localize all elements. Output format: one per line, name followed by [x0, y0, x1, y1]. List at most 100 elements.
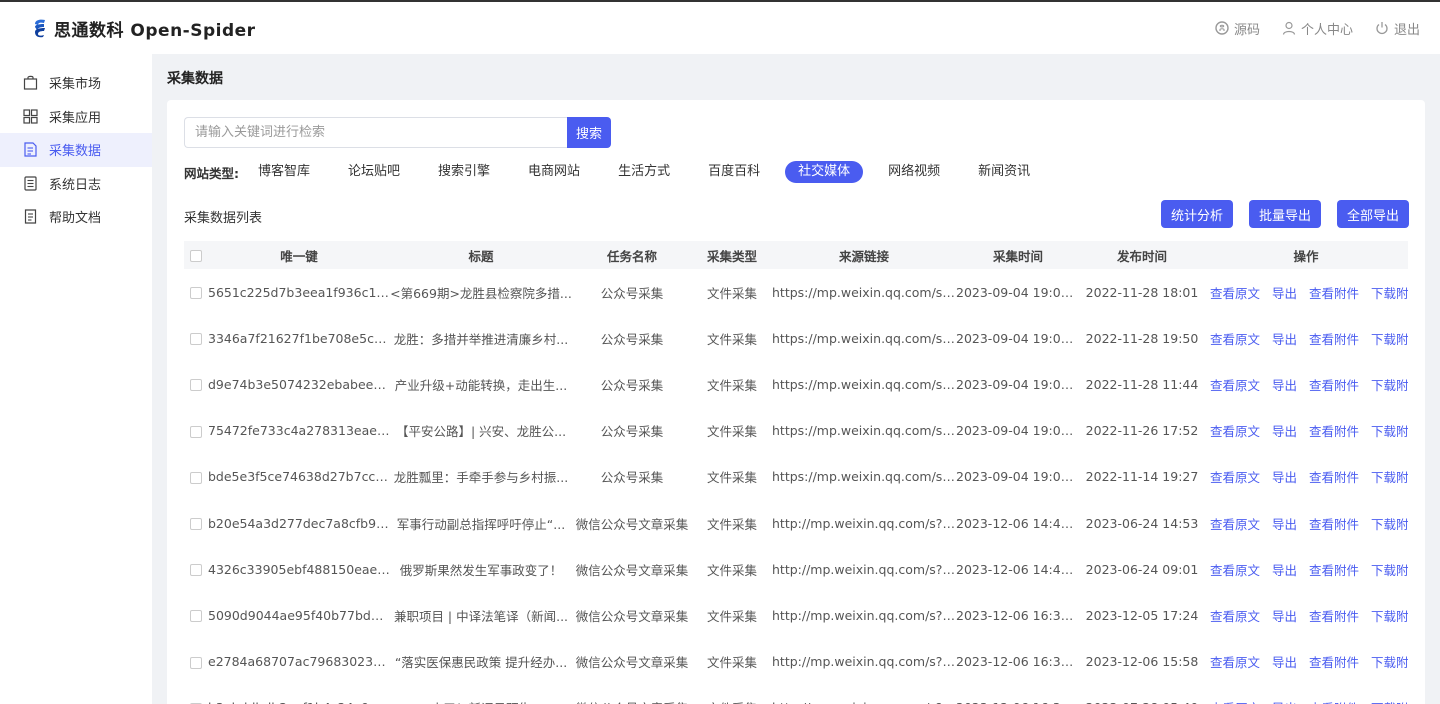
download-attachment-link[interactable]: 下载附件	[1371, 378, 1408, 393]
row-checkbox[interactable]	[190, 471, 202, 484]
search-button[interactable]: 搜索	[567, 117, 611, 148]
top-bar: 思通数科 Open-Spider 源码 个人中心 退出	[0, 0, 1440, 54]
table-row: d9e74b3e5074232ebabee74... 产业升级+动能转换，走出生.…	[184, 361, 1408, 407]
collect-time-cell: 2023-12-06 14:44:26	[956, 515, 1080, 531]
sidebar-item-help[interactable]: 帮助文档	[0, 200, 152, 234]
sidebar-item-label: 帮助文档	[49, 211, 102, 227]
sidebar-item-logs[interactable]: 系统日志	[0, 167, 152, 201]
view-original-link[interactable]: 查看原文	[1210, 655, 1260, 670]
header-publish-time: 发布时间	[1116, 248, 1167, 264]
download-attachment-link[interactable]: 下载附件	[1371, 563, 1408, 578]
download-attachment-link[interactable]: 下载附件	[1371, 655, 1408, 670]
main-content: 采集数据 搜索 网站类型: 博客智库 论坛贴吧 搜索引擎 电商网站 生活方式 百…	[152, 54, 1440, 704]
export-link[interactable]: 导出	[1272, 609, 1297, 624]
sidebar-item-data[interactable]: 采集数据	[0, 133, 152, 167]
download-attachment-link[interactable]: 下载附件	[1371, 470, 1408, 485]
brand-logo[interactable]: 思通数科 Open-Spider	[32, 16, 256, 41]
table-row: 5651c225d7b3eea1f936c15d... <第669期>龙胜县检察院…	[184, 269, 1408, 315]
download-attachment-link[interactable]: 下载附件	[1371, 286, 1408, 301]
source-link-cell: https://mp.weixin.qq.com/s/2J...	[772, 423, 956, 439]
collect-type-cell: 文件采集	[706, 424, 757, 440]
export-link[interactable]: 导出	[1272, 286, 1297, 301]
source-link-cell: http://mp.weixin.qq.com/s?src...	[772, 607, 956, 623]
view-attachment-link[interactable]: 查看附件	[1309, 286, 1359, 301]
export-link[interactable]: 导出	[1272, 378, 1297, 393]
view-original-link[interactable]: 查看原文	[1210, 332, 1260, 347]
export-link[interactable]: 导出	[1272, 424, 1297, 439]
type-tag-news[interactable]: 新闻资讯	[965, 161, 1043, 183]
view-attachment-link[interactable]: 查看附件	[1309, 424, 1359, 439]
row-checkbox[interactable]	[190, 287, 202, 300]
download-attachment-link[interactable]: 下载附件	[1371, 609, 1408, 624]
type-tag-forum[interactable]: 论坛贴吧	[335, 161, 413, 183]
view-attachment-link[interactable]: 查看附件	[1309, 609, 1359, 624]
select-all-checkbox[interactable]	[190, 250, 202, 262]
header-task-name: 任务名称	[606, 248, 657, 264]
publish-time-cell: 2022-11-28 19:50	[1085, 330, 1199, 346]
export-link[interactable]: 导出	[1272, 470, 1297, 485]
header-title: 标题	[468, 248, 494, 264]
view-original-link[interactable]: 查看原文	[1210, 609, 1260, 624]
batch-export-button[interactable]: 批量导出	[1248, 200, 1321, 228]
collect-type-cell: 文件采集	[706, 608, 757, 624]
data-card: 搜索 网站类型: 博客智库 论坛贴吧 搜索引擎 电商网站 生活方式 百度百科 社…	[167, 100, 1425, 704]
site-type-filter: 网站类型: 博客智库 论坛贴吧 搜索引擎 电商网站 生活方式 百度百科 社交媒体…	[184, 161, 1055, 183]
view-original-link[interactable]: 查看原文	[1210, 286, 1260, 301]
export-link[interactable]: 导出	[1272, 332, 1297, 347]
type-tag-lifestyle[interactable]: 生活方式	[605, 161, 683, 183]
operations-cell: 查看原文导出查看附件下载附件	[1204, 361, 1408, 407]
source-code-link[interactable]: 源码	[1215, 19, 1260, 38]
export-link[interactable]: 导出	[1272, 563, 1297, 578]
view-attachment-link[interactable]: 查看附件	[1309, 517, 1359, 532]
view-attachment-link[interactable]: 查看附件	[1309, 563, 1359, 578]
type-tag-video[interactable]: 网络视频	[875, 161, 953, 183]
task-name-cell: 公众号采集	[600, 470, 664, 486]
view-original-link[interactable]: 查看原文	[1210, 470, 1260, 485]
view-attachment-link[interactable]: 查看附件	[1309, 332, 1359, 347]
user-center-link[interactable]: 个人中心	[1282, 19, 1353, 38]
type-tag-baike[interactable]: 百度百科	[695, 161, 773, 183]
view-original-link[interactable]: 查看原文	[1210, 517, 1260, 532]
row-checkbox[interactable]	[190, 425, 202, 438]
table-row: 75472fe733c4a278313eaec8... 【平安公路】| 兴安、龙胜…	[184, 408, 1408, 454]
view-attachment-link[interactable]: 查看附件	[1309, 655, 1359, 670]
brand-logo-icon	[35, 19, 45, 38]
publish-time-cell: 2022-11-28 11:44	[1085, 376, 1199, 392]
row-checkbox[interactable]	[190, 379, 202, 392]
list-actions: 统计分析 批量导出 全部导出	[1145, 200, 1409, 228]
export-all-button[interactable]: 全部导出	[1336, 200, 1409, 228]
view-original-link[interactable]: 查看原文	[1210, 378, 1260, 393]
collect-type-cell: 文件采集	[706, 285, 757, 301]
view-attachment-link[interactable]: 查看附件	[1309, 470, 1359, 485]
logout-link[interactable]: 退出	[1375, 19, 1420, 38]
type-tag-ecommerce[interactable]: 电商网站	[515, 161, 593, 183]
grid-icon	[23, 109, 38, 124]
view-original-link[interactable]: 查看原文	[1210, 563, 1260, 578]
table-row: e2784a68707ac79683023e8... “落实医保惠民政策 提升经办…	[184, 639, 1408, 685]
row-checkbox[interactable]	[190, 564, 202, 577]
source-link-cell: http://mp.weixin.qq.com/s?src...	[772, 685, 956, 704]
view-original-link[interactable]: 查看原文	[1210, 424, 1260, 439]
search-input[interactable]	[184, 117, 567, 148]
source-link-cell: http://mp.weixin.qq.com/s?src...	[772, 515, 956, 531]
view-attachment-link[interactable]: 查看附件	[1309, 378, 1359, 393]
sidebar-item-market[interactable]: 采集市场	[0, 66, 152, 100]
type-tag-blog[interactable]: 博客智库	[245, 161, 323, 183]
download-attachment-link[interactable]: 下载附件	[1371, 424, 1408, 439]
download-attachment-link[interactable]: 下载附件	[1371, 332, 1408, 347]
row-checkbox[interactable]	[190, 333, 202, 346]
download-attachment-link[interactable]: 下载附件	[1371, 517, 1408, 532]
search-bar: 搜索	[184, 117, 611, 148]
export-link[interactable]: 导出	[1272, 655, 1297, 670]
row-checkbox[interactable]	[190, 610, 202, 623]
row-checkbox[interactable]	[190, 656, 202, 669]
export-link[interactable]: 导出	[1272, 517, 1297, 532]
sidebar-item-apps[interactable]: 采集应用	[0, 100, 152, 134]
logout-label: 退出	[1393, 22, 1420, 38]
type-tag-search-engine[interactable]: 搜索引擎	[425, 161, 503, 183]
row-checkbox[interactable]	[190, 518, 202, 531]
type-tag-social-media[interactable]: 社交媒体	[785, 161, 864, 183]
operations-cell: 查看原文导出查看附件下载附件	[1204, 592, 1408, 638]
stats-button[interactable]: 统计分析	[1160, 200, 1233, 228]
row-checkbox-cell	[184, 685, 208, 704]
